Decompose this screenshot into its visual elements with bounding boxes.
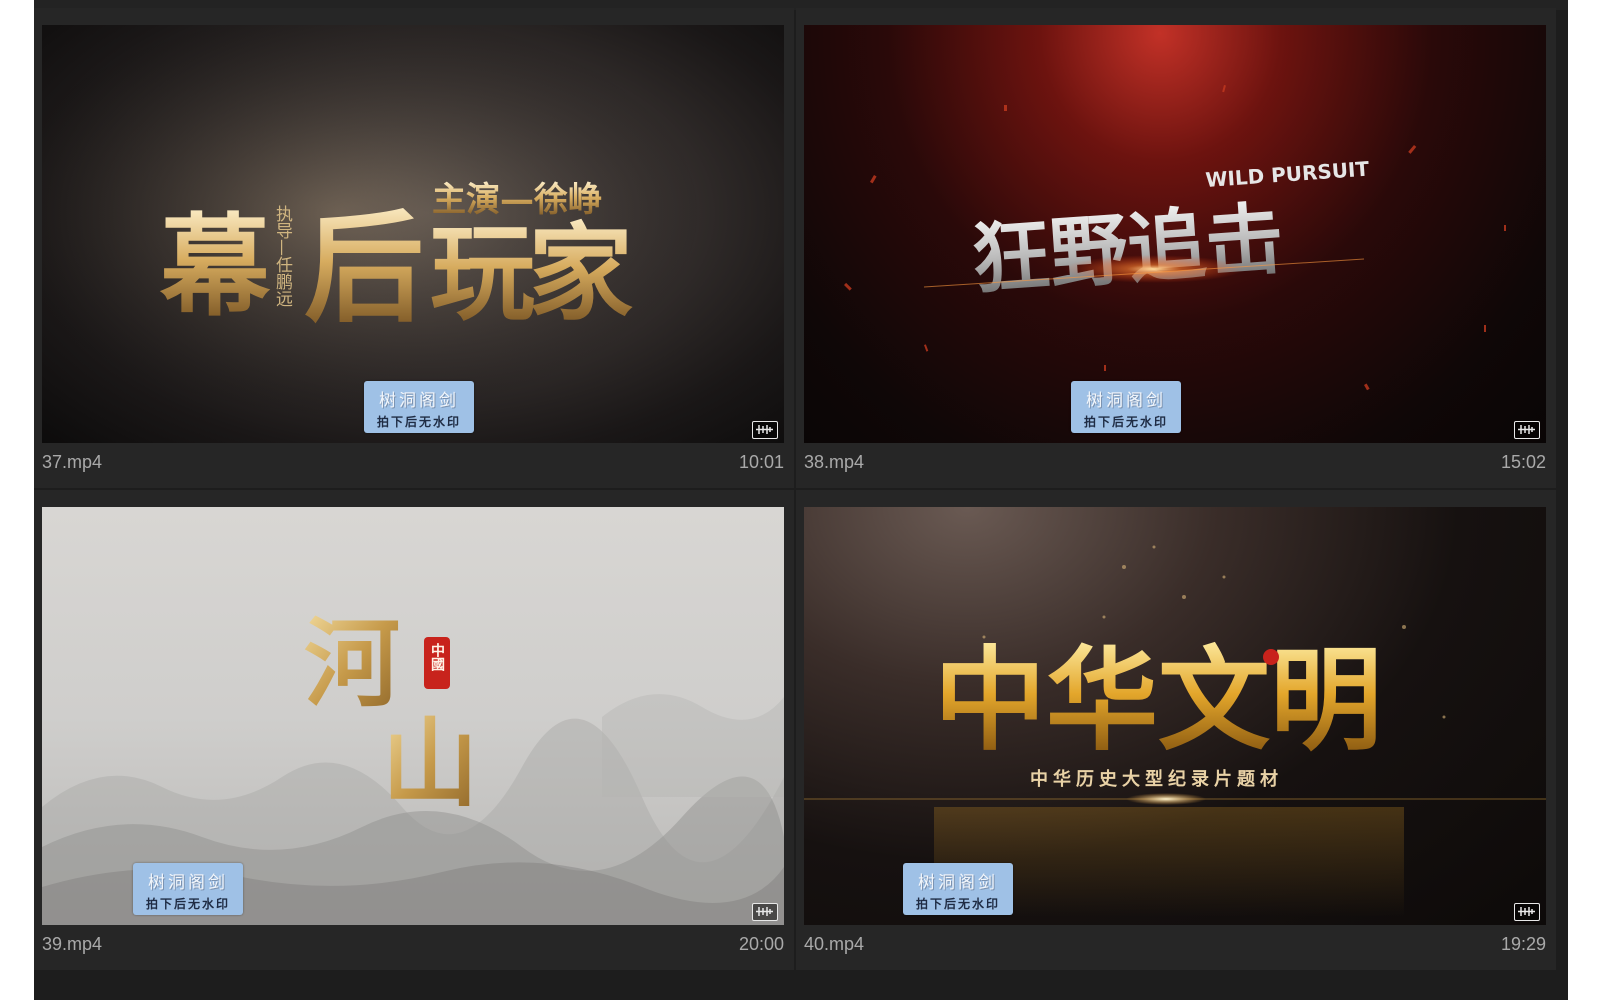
subtitle-40: 中华历史大型纪录片题材 (1030, 768, 1283, 790)
thumbnail-37[interactable]: 幕 后 玩 家 主演—徐峥 执导—任鹏远 树洞阁剑 拍下后无水印 (42, 25, 784, 443)
meta-38: 38.mp4 15:02 (804, 450, 1546, 478)
media-tile-38[interactable]: WILD PURSUIT 狂野追击 树洞阁剑 拍下后无水印 38.mp4 15:… (796, 8, 1556, 488)
watermark-38: 树洞阁剑 拍下后无水印 (1071, 381, 1181, 433)
lens-flare-38 (1064, 255, 1244, 283)
seal-40 (1263, 649, 1279, 665)
title-39-bottom: 山 (382, 707, 478, 820)
watermark-40: 树洞阁剑 拍下后无水印 (903, 863, 1013, 915)
watermark-39: 树洞阁剑 拍下后无水印 (133, 863, 243, 915)
title-40: 中华文明 (934, 635, 1382, 766)
duration-37: 10:01 (738, 452, 784, 472)
thumbnail-38[interactable]: WILD PURSUIT 狂野追击 树洞阁剑 拍下后无水印 (804, 25, 1546, 443)
meta-40: 40.mp4 19:29 (804, 932, 1546, 960)
subtitle-37-director: 执导—任鹏远 (272, 205, 293, 307)
media-tile-39[interactable]: 河 山 中國 树洞阁剑 拍下后无水印 39.mp4 20:00 (34, 490, 794, 970)
title-37-char4: 家 (528, 211, 633, 335)
duration-39: 20:00 (738, 934, 784, 954)
seal-39: 中國 (429, 642, 445, 672)
thumbnail-40[interactable]: 中华文明 中华历史大型纪录片题材 树洞阁剑 拍下后无水印 (804, 507, 1546, 925)
audio-waveform-icon (752, 903, 778, 921)
media-tile-37[interactable]: 幕 后 玩 家 主演—徐峥 执导—任鹏远 树洞阁剑 拍下后无水印 37.mp4 … (34, 8, 794, 488)
filename-37: 37.mp4 (42, 452, 103, 472)
watermark-37: 树洞阁剑 拍下后无水印 (364, 381, 474, 433)
subtitle-38: WILD PURSUIT (1205, 157, 1370, 192)
thumbnail-39[interactable]: 河 山 中國 树洞阁剑 拍下后无水印 (42, 507, 784, 925)
filename-38: 38.mp4 (804, 452, 865, 472)
audio-waveform-icon (1514, 903, 1540, 921)
subtitle-37-cast: 主演—徐峥 (432, 180, 602, 220)
media-browser-panel: 幕 后 玩 家 主演—徐峥 执导—任鹏远 树洞阁剑 拍下后无水印 37.mp4 … (34, 0, 1568, 1000)
title-37-char3: 玩 (430, 211, 535, 335)
title-37-char1: 幕 (159, 202, 271, 331)
title-37-char2: 后 (304, 198, 424, 339)
title-39-top: 河 (304, 607, 400, 720)
media-tile-40[interactable]: 中华文明 中华历史大型纪录片题材 树洞阁剑 拍下后无水印 40.mp4 19:2… (796, 490, 1556, 970)
meta-37: 37.mp4 10:01 (42, 450, 784, 478)
audio-waveform-icon (1514, 421, 1540, 439)
filename-40: 40.mp4 (804, 934, 865, 954)
duration-40: 19:29 (1500, 934, 1546, 954)
filename-39: 39.mp4 (42, 934, 103, 954)
meta-39: 39.mp4 20:00 (42, 932, 784, 960)
audio-waveform-icon (752, 421, 778, 439)
duration-38: 15:02 (1500, 452, 1546, 472)
title-38: 狂野追击 (969, 194, 1287, 306)
